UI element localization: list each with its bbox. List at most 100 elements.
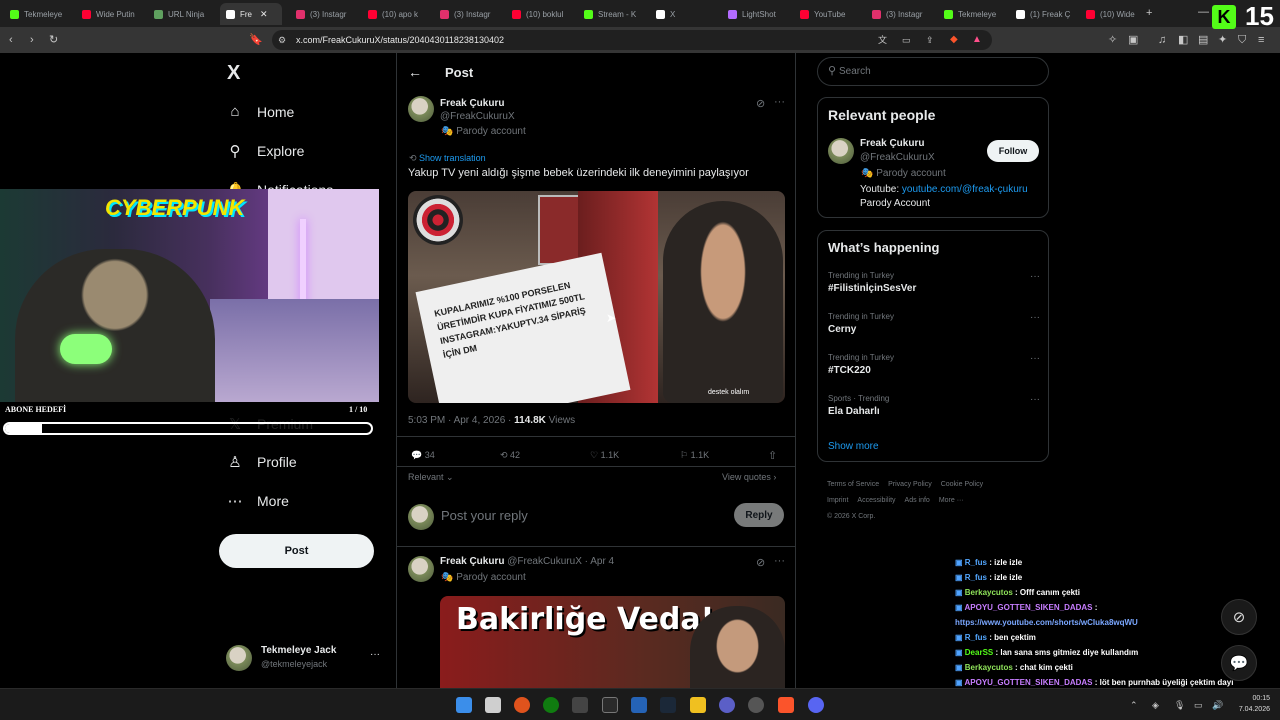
wallet-icon[interactable]: ▤ [1198,33,1208,47]
translate-icon[interactable]: 文 [878,33,887,47]
clock[interactable]: 00:15 7.04.2026 [1230,693,1270,715]
tray-app-icon[interactable]: ◈ [1152,698,1159,712]
extensions-icon[interactable]: ✧ [1108,33,1117,47]
tweet-time[interactable]: 5:03 PM · Apr 4, 2026 · [408,415,514,426]
bookmark-icon[interactable]: 🔖 [249,33,263,47]
chat-username[interactable]: R_fus [965,573,987,582]
chat-username[interactable]: APOYU_GOTTEN_SIKEN_DADAS [964,603,1092,612]
browser-tab[interactable]: (3) Instagr [866,3,936,25]
menu-icon[interactable]: ≡ [1258,33,1264,47]
footer-link[interactable]: More ··· [939,497,964,504]
post-button[interactable]: Post [219,534,374,568]
trend-item[interactable]: Trending in Turkey #FilistinİçinSesVer ··· [828,271,1040,294]
show-translation-link[interactable]: ⟲ Show translation [409,153,486,164]
forward-icon[interactable]: › [30,33,34,47]
reply-author-avatar[interactable] [408,556,434,582]
browser-tab[interactable]: Fre ✕ [220,3,282,25]
reply-author-handle[interactable]: @FreakCukuruX [507,556,582,567]
app-icon-3[interactable] [719,697,735,713]
sidebar-toggle-icon[interactable]: ▣ [1128,33,1138,47]
browser-tab[interactable]: Stream - K [578,3,648,25]
footer-link[interactable]: Accessibility [857,497,895,504]
trend-item[interactable]: Trending in Turkey Cerny ··· [828,312,1040,335]
reload-icon[interactable]: ↻ [49,33,58,47]
chat-username[interactable]: R_fus [965,633,987,642]
microphone-tray-icon[interactable]: 🎙 [1174,698,1185,712]
account-switcher[interactable]: Tekmeleye Jack @tekmeleyejack ··· [226,643,386,673]
grok-icon[interactable]: ⊘ [756,97,765,110]
browser-tab[interactable]: Wide Putin [76,3,146,25]
repost-action[interactable]: ⟲ 42 [500,450,520,461]
nav-item-explore[interactable]: ⚲ Explore [226,142,305,160]
trend-more-icon[interactable]: ··· [1030,312,1040,323]
panel-icon[interactable]: ◧ [1178,33,1188,47]
footer-link[interactable]: Privacy Policy [888,481,932,488]
show-more-link[interactable]: Show more [828,441,879,452]
browser-tab[interactable]: (3) Instagr [434,3,504,25]
reply-action[interactable]: 💬 34 [411,450,435,461]
back-arrow-icon[interactable]: ← [408,64,422,80]
vpn-icon[interactable]: ⛉ [1238,33,1246,47]
x-logo[interactable]: X [227,62,240,85]
reply-date[interactable]: · Apr 4 [582,556,614,567]
app-icon-2[interactable] [631,697,647,713]
steam-icon[interactable] [660,697,676,713]
app-icon[interactable] [572,697,588,713]
brave-shield-icon[interactable]: ◆ [950,33,958,47]
person-handle[interactable]: @FreakCukuruX [860,152,935,163]
back-icon[interactable]: ‹ [9,33,13,47]
person-avatar[interactable] [828,138,854,164]
browser-tab[interactable]: LightShot [722,3,792,25]
media-icon[interactable]: ♫ [1158,33,1166,47]
person-name[interactable]: Freak Çukuru [860,138,924,149]
new-tab-button[interactable]: + [1146,6,1152,20]
reply-button[interactable]: Reply [734,503,784,527]
browser-tab[interactable]: (1) Freak Ç [1010,3,1080,25]
address-bar[interactable]: ⚙ x.com/FreakCukuruX/status/204043011823… [272,30,992,50]
browser-tab[interactable]: Tekmeleye [4,3,74,25]
share-icon[interactable]: ⇪ [926,33,934,47]
reply-more-icon[interactable]: ··· [774,555,785,567]
browser-tab[interactable]: (3) Instagr [290,3,360,25]
reply-input[interactable]: Post your reply [441,508,528,523]
chat-username[interactable]: Berkaycutos [965,588,1013,597]
epic-games-icon[interactable] [602,697,618,713]
author-handle[interactable]: @FreakCukuruX [440,111,515,122]
trend-more-icon[interactable]: ··· [1030,394,1040,405]
reply-grok-icon[interactable]: ⊘ [756,556,765,569]
reply-sort-dropdown[interactable]: Relevant ⌄ [408,472,454,483]
reply-author-name[interactable]: Freak Çukuru [440,556,504,567]
close-tab-icon[interactable]: ✕ [260,9,268,20]
chat-username[interactable]: DearSS [965,648,993,657]
trend-more-icon[interactable]: ··· [1030,353,1040,364]
origin-icon[interactable] [514,697,530,713]
site-info-icon[interactable]: ⚙ [278,33,286,47]
footer-link[interactable]: Ads info [905,497,930,504]
browser-tab[interactable]: YouTube [794,3,864,25]
grok-floating-icon[interactable]: ⊘ [1221,599,1257,635]
browser-tab[interactable]: (10) Wide [1080,3,1150,25]
chat-username[interactable]: APOYU_GOTTEN_SIKEN_DADAS [964,678,1092,687]
nav-item-more[interactable]: ⋯ More [226,492,289,510]
trend-item[interactable]: Sports · Trending Ela Daharlı ··· [828,394,1040,417]
search-input[interactable]: Search [839,66,871,77]
chat-username[interactable]: R_fus [965,558,987,567]
tray-chevron-icon[interactable]: ⌃ [1130,698,1138,712]
footer-link[interactable]: Terms of Service [827,481,879,488]
brave-rewards-icon[interactable]: ▲ [972,33,982,47]
browser-tab[interactable]: X [650,3,720,25]
browser-tab[interactable]: (10) boklul [506,3,576,25]
store-icon[interactable] [485,697,501,713]
nav-item-home[interactable]: ⌂ Home [226,103,294,120]
browser-tab[interactable]: (10) apo k [362,3,432,25]
messages-floating-icon[interactable]: 💬 [1221,645,1257,681]
author-name[interactable]: Freak Çukuru [440,98,504,109]
obs-icon[interactable] [748,697,764,713]
bio-link[interactable]: youtube.com/@freak-çukuru [902,184,1028,195]
tweet-more-icon[interactable]: ··· [774,96,785,108]
file-explorer-icon[interactable] [690,697,706,713]
start-icon[interactable] [456,697,472,713]
search-box[interactable]: ⚲ Search [817,57,1049,86]
share-tweet-icon[interactable]: ⇧ [768,449,777,462]
cast-icon[interactable]: ▭ [902,33,911,47]
